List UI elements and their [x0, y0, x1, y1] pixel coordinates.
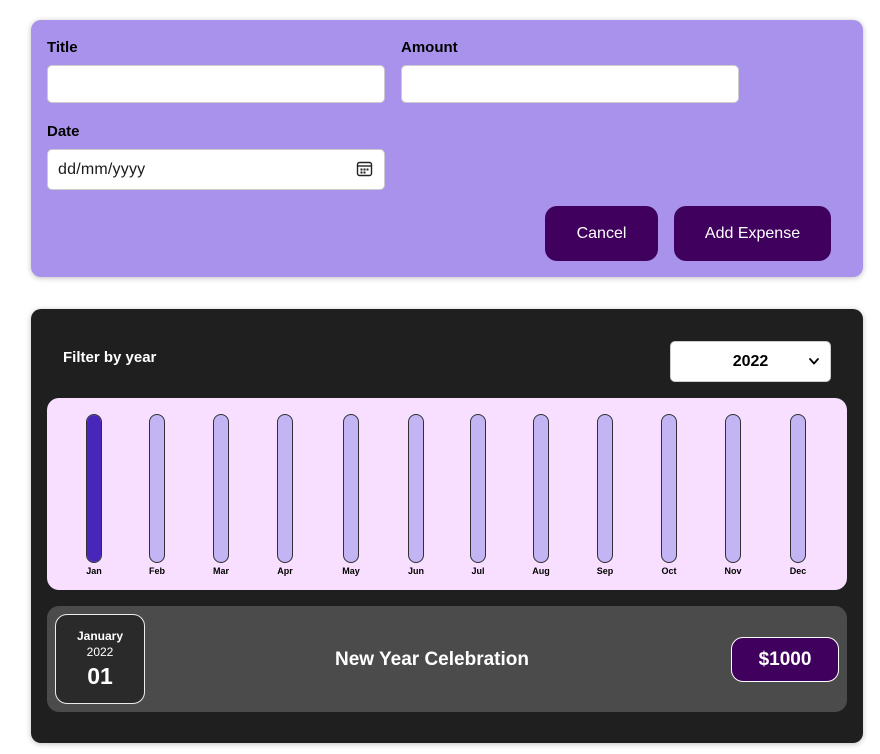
chart-bar-jul: Jul	[458, 414, 498, 584]
calendar-icon[interactable]	[356, 160, 373, 177]
year-select[interactable]: 2022	[670, 341, 831, 382]
expense-title: New Year Celebration	[335, 649, 529, 670]
expense-date-day: 01	[87, 663, 113, 689]
chart-bar-track	[790, 414, 806, 563]
amount-label: Amount	[401, 39, 458, 56]
expense-date-month: January	[76, 629, 124, 643]
expense-amount: $1000	[731, 637, 839, 682]
chart-bar-label: Nov	[724, 566, 742, 576]
chart-bar-oct: Oct	[649, 414, 689, 584]
chart-bar-aug: Aug	[521, 414, 561, 584]
chart-bar-track	[533, 414, 549, 563]
date-input[interactable]: dd/mm/yyyy	[47, 149, 385, 190]
chevron-down-icon	[808, 354, 820, 366]
chart-bar-label: Sep	[596, 566, 614, 576]
chart-bar-track	[725, 414, 741, 563]
chart-bar-label: Jun	[407, 566, 424, 576]
expenses-chart: Jan Feb Mar Apr May Jun Jul Aug Sep Oct Nov Dec	[47, 398, 847, 590]
expense-date-year: 2022	[86, 645, 114, 659]
add-expense-button[interactable]: Add Expense	[674, 206, 831, 261]
filter-label: Filter by year	[63, 349, 157, 366]
chart-bar-track	[277, 414, 293, 563]
chart-bar-label: Mar	[212, 566, 229, 576]
chart-bar-nov: Nov	[713, 414, 753, 584]
chart-bar-jan: Jan	[74, 414, 114, 584]
new-expense-form: Title Amount Date dd/mm/yyyy Cancel Add …	[31, 20, 863, 277]
chart-bar-track	[661, 414, 677, 563]
chart-bar-label: Dec	[789, 566, 807, 576]
expense-item: January 2022 01 New Year Celebration $10…	[47, 606, 847, 712]
chart-bar-apr: Apr	[265, 414, 305, 584]
date-placeholder: dd/mm/yyyy	[58, 160, 146, 178]
chart-bar-label: Feb	[148, 566, 165, 576]
chart-bar-label: Jul	[471, 566, 485, 576]
chart-bar-label: Jan	[86, 566, 102, 576]
chart-bar-track	[86, 414, 102, 563]
chart-bar-track	[408, 414, 424, 563]
chart-bar-track	[343, 414, 359, 563]
chart-bar-track	[470, 414, 486, 563]
date-label: Date	[47, 123, 80, 140]
title-input[interactable]	[47, 65, 385, 103]
chart-bar-fill	[87, 415, 101, 562]
chart-bar-label: Oct	[661, 566, 677, 576]
chart-bar-label: Apr	[277, 566, 293, 576]
chart-bar-label: May	[342, 566, 360, 576]
amount-input[interactable]	[401, 65, 739, 103]
chart-bar-jun: Jun	[396, 414, 436, 584]
expense-date: January 2022 01	[55, 614, 145, 704]
chart-bar-feb: Feb	[137, 414, 177, 584]
chart-bar-may: May	[331, 414, 371, 584]
chart-bar-dec: Dec	[778, 414, 818, 584]
year-select-value: 2022	[732, 352, 769, 370]
chart-bar-track	[213, 414, 229, 563]
cancel-button[interactable]: Cancel	[545, 206, 658, 261]
chart-bar-label: Aug	[532, 566, 550, 576]
chart-bar-mar: Mar	[201, 414, 241, 584]
title-label: Title	[47, 39, 78, 56]
chart-bar-track	[149, 414, 165, 563]
expenses-panel: Filter by year 2022 Jan Feb Mar Apr May Jun Ju…	[31, 309, 863, 743]
chart-bar-track	[597, 414, 613, 563]
chart-bar-sep: Sep	[585, 414, 625, 584]
